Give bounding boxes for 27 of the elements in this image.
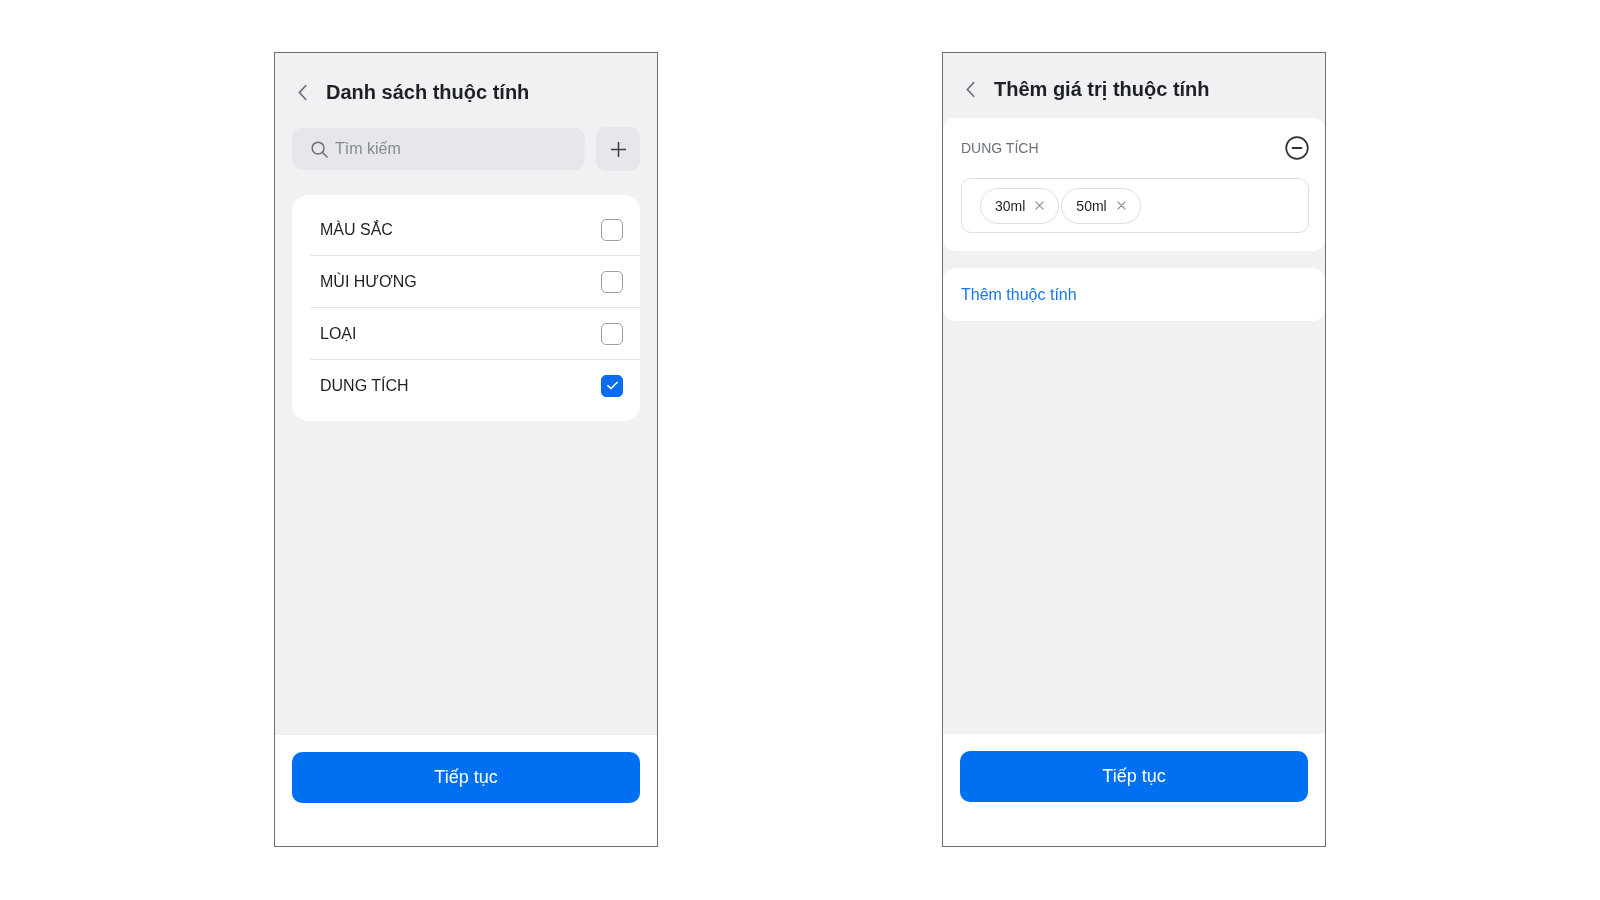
add-button[interactable]: [596, 127, 640, 171]
remove-icon[interactable]: [1116, 201, 1126, 210]
checkbox[interactable]: [601, 374, 623, 397]
continue-button[interactable]: Tiếp tục: [960, 751, 1308, 802]
attribute-label: MÀU SẮC: [320, 220, 393, 239]
checkbox[interactable]: [601, 270, 623, 293]
back-icon[interactable]: [298, 83, 307, 101]
attribute-label: LOẠI: [320, 324, 357, 343]
screen-title: Danh sách thuộc tính: [326, 80, 530, 104]
values-input-field[interactable]: 30ml 50ml: [961, 178, 1309, 233]
chip-text: 30ml: [995, 197, 1026, 214]
checkbox[interactable]: [601, 322, 623, 345]
minus-circle-icon[interactable]: [1285, 136, 1309, 160]
plus-icon: [610, 141, 626, 157]
add-attribute-link[interactable]: Thêm thuộc tính: [961, 285, 1077, 304]
back-icon[interactable]: [966, 80, 975, 98]
attribute-name: DUNG TÍCH: [961, 140, 1039, 156]
remove-icon[interactable]: [1035, 201, 1045, 210]
search-icon: [311, 140, 328, 158]
checkmark-icon: [606, 381, 618, 390]
screen-title: Thêm giá trị thuộc tính: [994, 77, 1210, 101]
continue-button[interactable]: Tiếp tục: [292, 752, 640, 803]
attribute-label: MÙI HƯƠNG: [320, 272, 417, 291]
attribute-label: DUNG TÍCH: [320, 376, 409, 395]
chip-text: 50ml: [1076, 197, 1107, 214]
checkbox[interactable]: [601, 218, 623, 241]
search-field[interactable]: Tìm kiếm: [292, 128, 585, 170]
